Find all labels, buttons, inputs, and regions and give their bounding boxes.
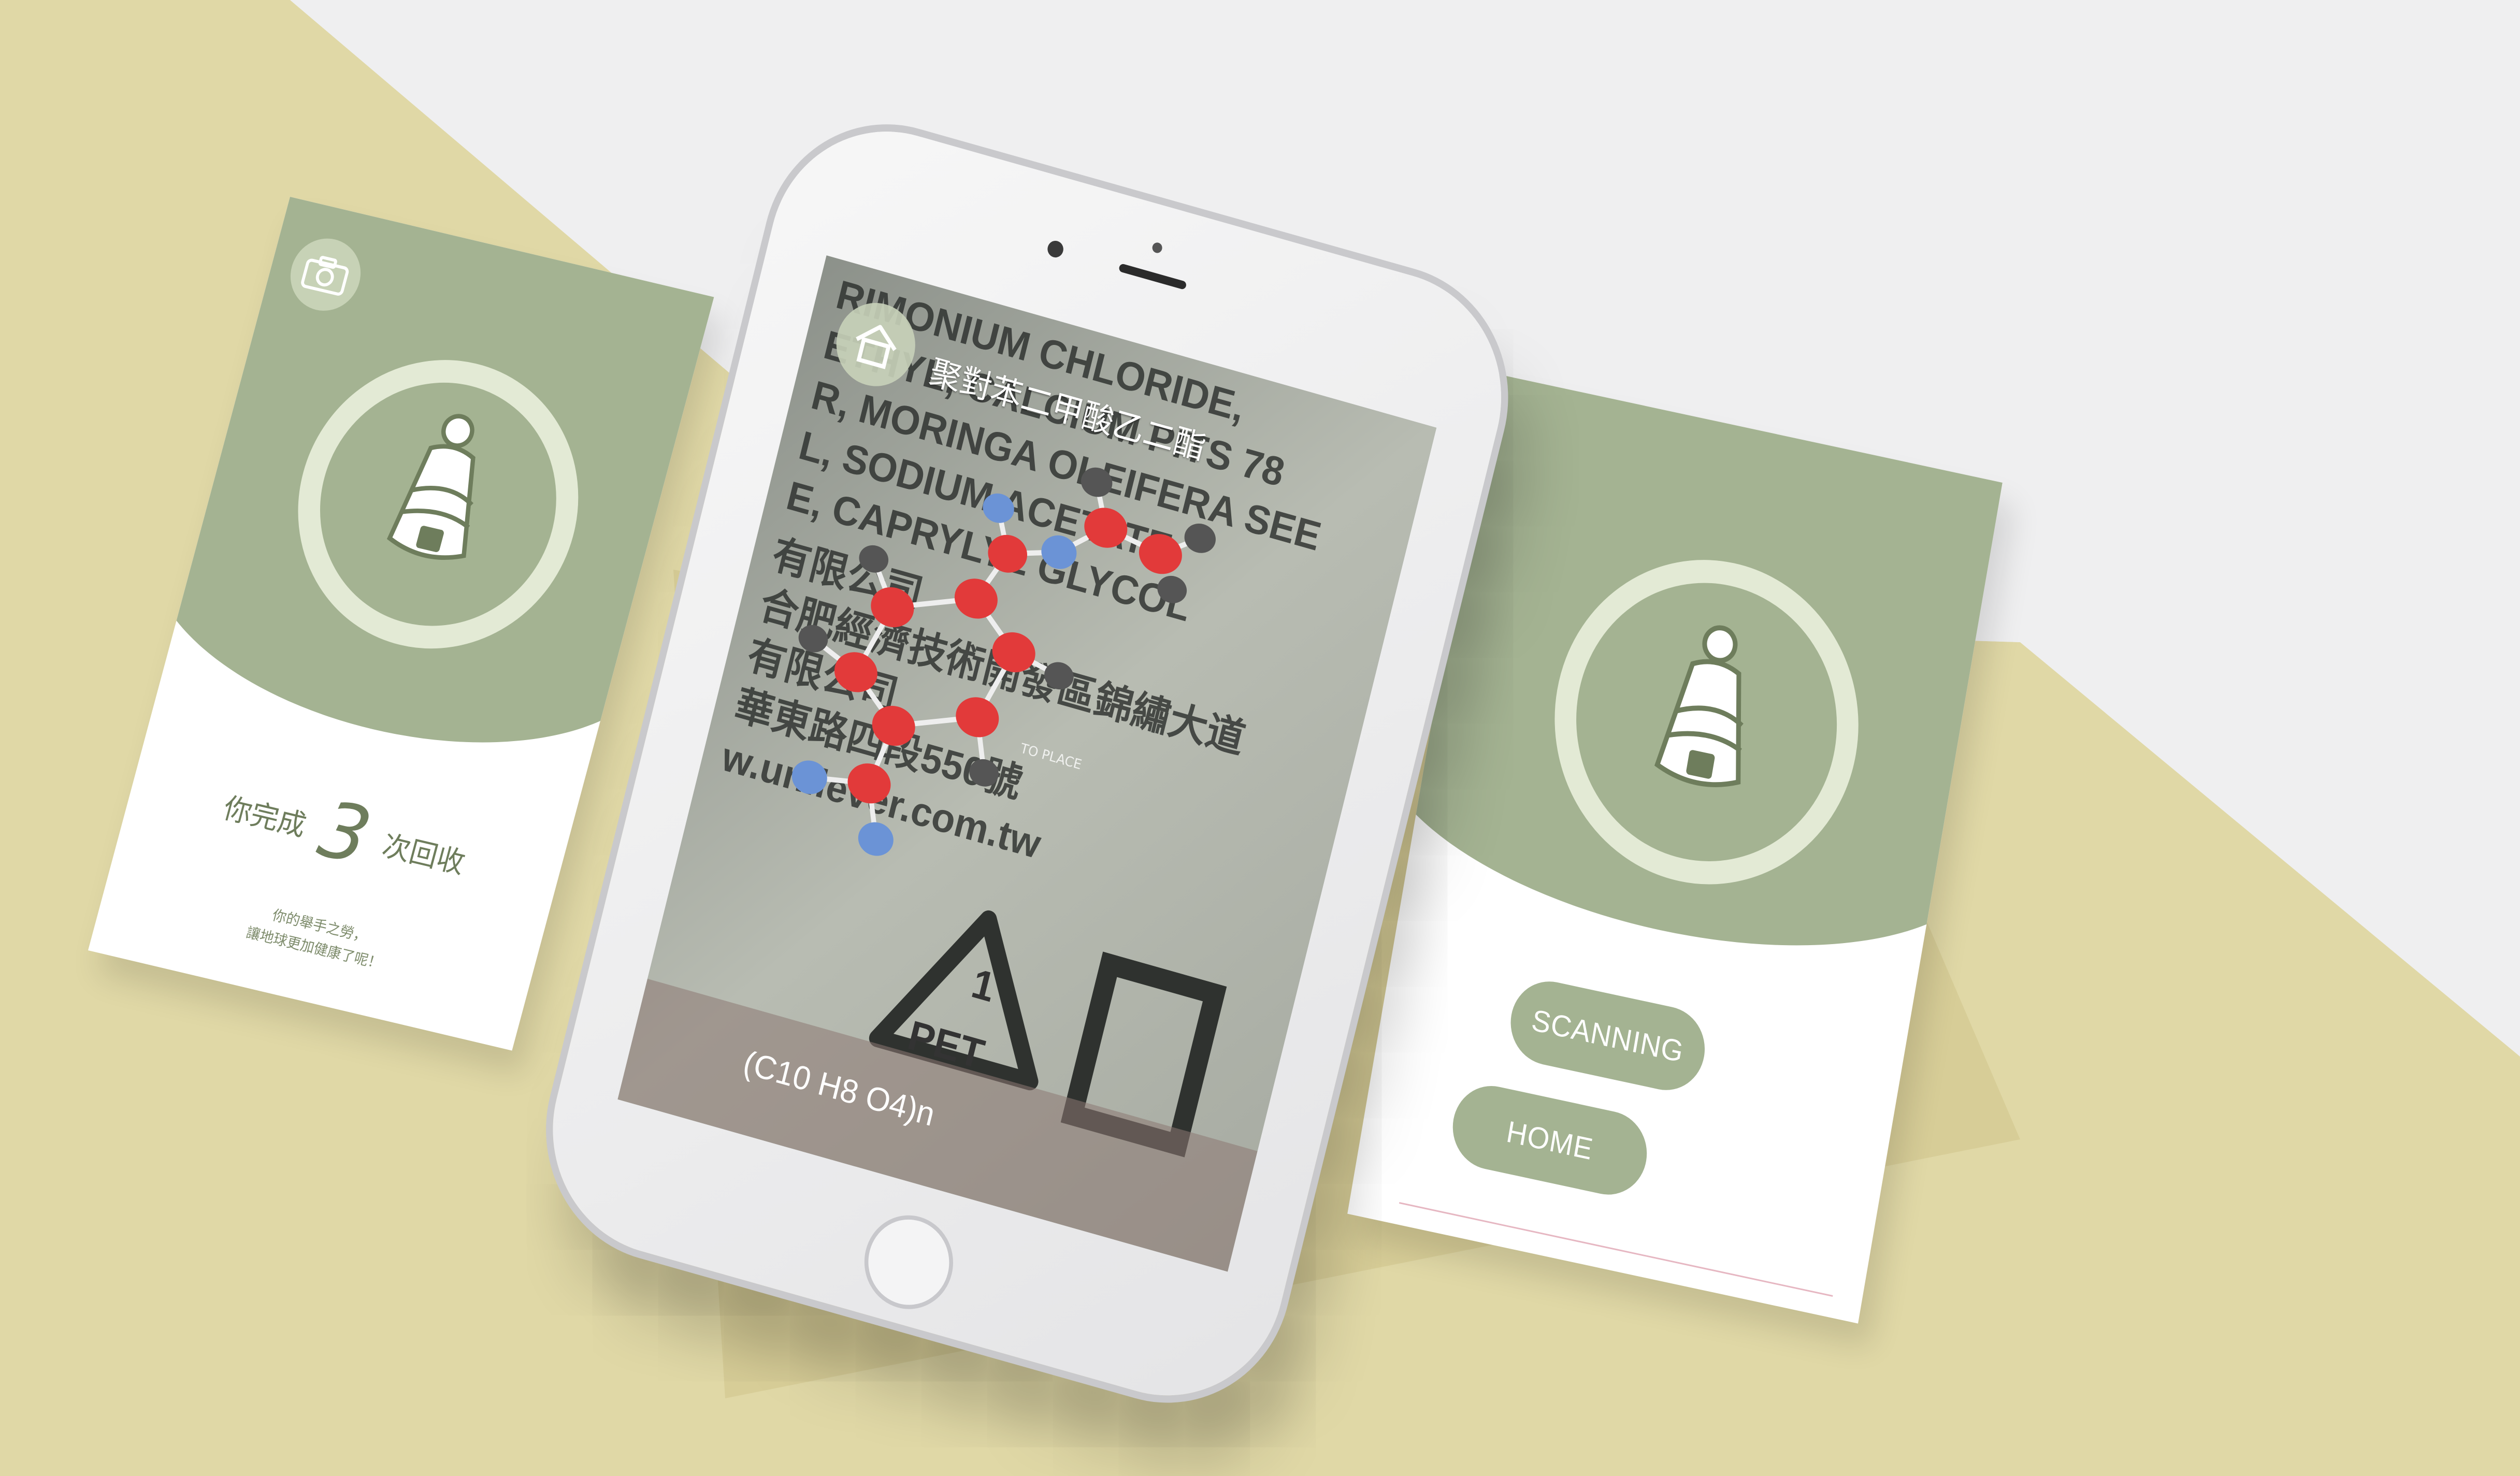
home-button[interactable]: HOME <box>1446 1078 1653 1202</box>
scanning-button[interactable]: SCANNING <box>1504 974 1711 1098</box>
done-suffix: 次回收 <box>379 828 469 880</box>
home-icon <box>856 325 897 369</box>
done-prefix: 你完成 <box>220 791 310 843</box>
recycle-count: 3 <box>310 784 380 882</box>
camera-icon <box>301 256 349 296</box>
